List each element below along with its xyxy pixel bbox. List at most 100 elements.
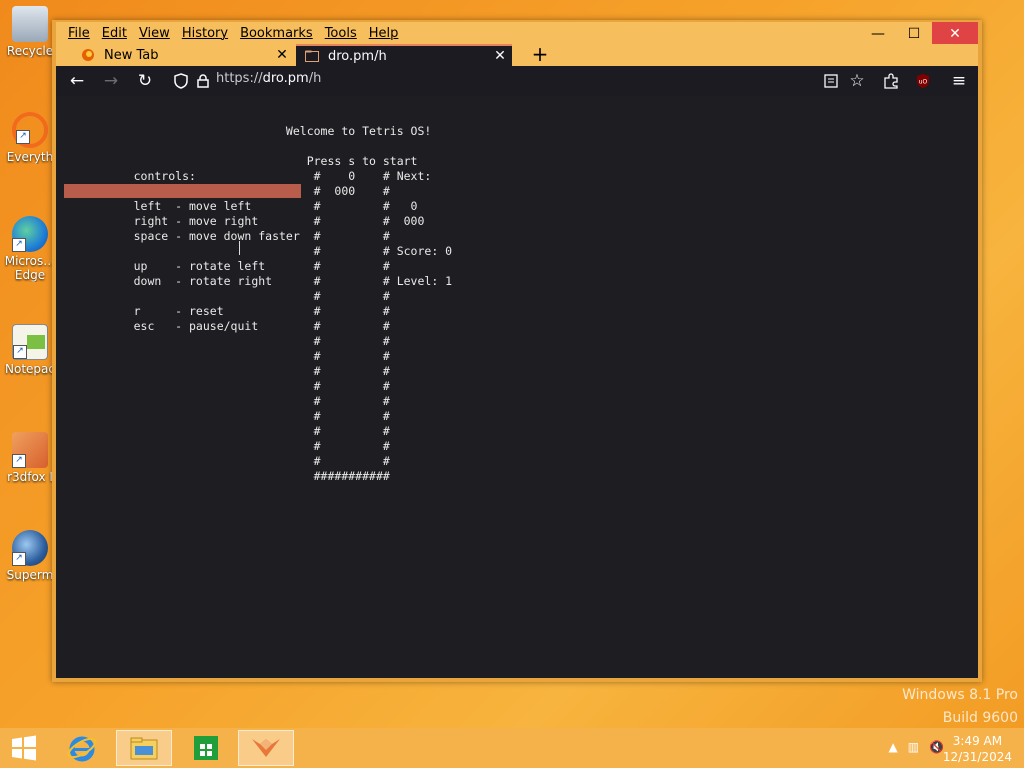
terminal-line: # # <box>99 334 390 348</box>
ublock-button[interactable]: uO <box>912 70 934 92</box>
menu-view[interactable]: View <box>133 26 176 41</box>
site-info-button[interactable] <box>192 70 214 92</box>
taskbar-file-explorer[interactable] <box>116 730 172 766</box>
terminal-line: ########### <box>99 469 390 483</box>
terminal-line: space - move down faster # # <box>99 229 390 243</box>
network-icon[interactable]: ▥ <box>908 740 919 754</box>
clock-date: 12/31/2024 <box>942 750 1012 764</box>
new-tab-button[interactable]: + <box>528 44 552 66</box>
taskbar-clock[interactable]: 3:49 AM 12/31/2024 <box>943 733 1012 765</box>
desktop-icon-label: r3dfox I <box>7 470 53 484</box>
maximize-icon: ☐ <box>907 26 921 42</box>
terminal-line: down - rotate right # # Level: 1 <box>99 274 453 288</box>
terminal-line: # # <box>99 379 390 393</box>
desktop-icon-notepad[interactable]: ↗ Notepac <box>4 324 56 376</box>
clock-time: 3:49 AM <box>952 734 1003 748</box>
terminal-line: controls: # 0 # Next: <box>99 169 432 183</box>
tab-label: dro.pm/h <box>328 48 387 64</box>
menu-help[interactable]: Help <box>363 26 405 41</box>
shield-icon <box>174 73 188 89</box>
recycle-bin-icon <box>12 6 48 42</box>
url-bar[interactable]: https://dro.pm/h <box>216 71 321 86</box>
reader-view-button[interactable] <box>820 70 842 92</box>
shortcut-arrow-icon: ↗ <box>13 345 27 359</box>
desktop-icon-everything[interactable]: ↗ Everyth <box>4 112 56 164</box>
extensions-button[interactable] <box>880 70 902 92</box>
page-icon <box>304 48 320 64</box>
terminal-line: right - move right # # 000 <box>99 214 425 228</box>
reload-button[interactable]: ↻ <box>134 70 156 92</box>
desktop-icon-edge[interactable]: ↗ Micros… Edge <box>4 216 56 282</box>
plus-icon: + <box>531 42 549 66</box>
terminal-line: # # <box>99 289 390 303</box>
terminal-line: # # Score: 0 <box>99 244 453 258</box>
tab-bar: New Tab ✕ dro.pm/h ✕ + <box>56 44 978 66</box>
window-controls: — ☐ ✕ <box>860 22 978 46</box>
taskbar-internet-explorer[interactable] <box>54 730 110 766</box>
show-hidden-icons-icon[interactable]: ▲ <box>888 740 897 754</box>
firefox-icon <box>80 47 96 63</box>
tab-dro-pm[interactable]: dro.pm/h ✕ <box>296 44 512 66</box>
start-button[interactable] <box>0 730 48 766</box>
terminal-line: esc - pause/quit # # <box>99 319 390 333</box>
taskbar: ▲ ▥ 🔇 3:49 AM 12/31/2024 <box>0 728 1024 768</box>
close-window-button[interactable]: ✕ <box>932 22 978 46</box>
menu-file[interactable]: File <box>62 26 96 41</box>
r3dfox-icon: ↗ <box>12 432 48 468</box>
puzzle-icon <box>884 73 898 89</box>
lock-icon <box>197 74 209 88</box>
text-cursor <box>239 241 240 255</box>
tab-close-icon[interactable]: ✕ <box>488 48 512 64</box>
windows-watermark: Windows 8.1 Pro Build 9600 <box>902 684 1018 730</box>
app-menu-button[interactable]: ≡ <box>948 70 970 92</box>
tab-new-tab[interactable]: New Tab ✕ <box>72 44 294 66</box>
forward-button[interactable]: → <box>100 70 122 92</box>
shortcut-arrow-icon: ↗ <box>12 454 26 468</box>
tab-label: New Tab <box>104 47 159 63</box>
tracking-protection-button[interactable] <box>170 70 192 92</box>
taskbar-firefox[interactable] <box>238 730 294 766</box>
desktop-icon-recycle-bin[interactable]: Recycle <box>4 6 56 58</box>
taskbar-store[interactable] <box>178 730 234 766</box>
terminal-line: # 000 # <box>99 184 390 198</box>
minimize-button[interactable]: — <box>860 22 896 46</box>
terminal-line: # # <box>99 364 390 378</box>
shortcut-arrow-icon: ↗ <box>16 130 30 144</box>
watermark-edition: Windows 8.1 Pro <box>902 687 1018 703</box>
watermark-build: Build 9600 <box>942 710 1018 726</box>
ie-icon <box>67 736 97 762</box>
desktop-icon-label: Superm <box>6 568 54 582</box>
edge-icon: ↗ <box>12 216 48 252</box>
notepad-icon: ↗ <box>12 324 48 360</box>
maximize-button[interactable]: ☐ <box>896 22 932 46</box>
menu-bar: File Edit View History Bookmarks Tools H… <box>56 22 978 46</box>
back-arrow-icon: ← <box>69 71 85 91</box>
page-content[interactable]: Welcome to Tetris OS! Press s to start c… <box>56 96 978 678</box>
terminal-line: # # <box>99 394 390 408</box>
terminal-line: # # <box>99 349 390 363</box>
back-button[interactable]: ← <box>66 70 88 92</box>
terminal-line: # # <box>99 454 390 468</box>
volume-muted-icon[interactable]: 🔇 <box>929 740 944 754</box>
file-explorer-icon <box>130 737 158 760</box>
menu-tools[interactable]: Tools <box>319 26 363 41</box>
terminal-line: # # <box>99 424 390 438</box>
terminal-line: # # <box>99 439 390 453</box>
navigation-bar: ← → ↻ https://dro.pm/h ☆ uO ≡ <box>56 66 978 96</box>
desktop-icon-label: Micros… Edge <box>4 254 56 282</box>
svg-text:uO: uO <box>919 79 928 86</box>
tab-close-icon[interactable]: ✕ <box>270 47 294 63</box>
firefox-icon <box>252 739 280 757</box>
menu-bookmarks[interactable]: Bookmarks <box>234 26 319 41</box>
desktop-icon-supermium[interactable]: ↗ Superm <box>4 530 56 582</box>
terminal-line: Press s to start <box>99 154 418 168</box>
menu-history[interactable]: History <box>176 26 234 41</box>
bookmark-button[interactable]: ☆ <box>846 70 868 92</box>
close-icon: ✕ <box>949 26 961 42</box>
terminal-line: left - move left # # 0 <box>99 199 418 213</box>
desktop-icon-label: Recycle <box>6 44 54 58</box>
reload-icon: ↻ <box>137 71 153 91</box>
menu-edit[interactable]: Edit <box>96 26 133 41</box>
desktop-icon-r3dfox[interactable]: ↗ r3dfox I <box>4 432 56 484</box>
hamburger-menu-icon: ≡ <box>951 71 967 91</box>
